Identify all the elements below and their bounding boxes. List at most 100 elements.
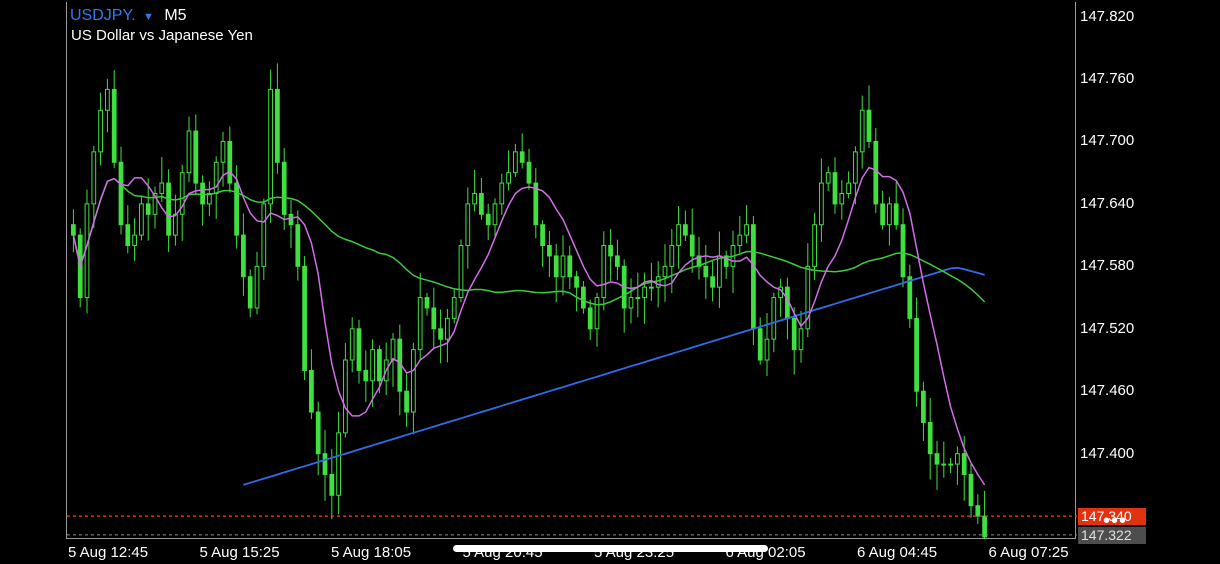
candle-body	[927, 421, 933, 455]
y-tick-label: 147.820	[1080, 7, 1135, 25]
candle-body	[213, 161, 219, 194]
candle-body	[581, 286, 586, 309]
candle-body	[574, 276, 579, 288]
y-tick-label: 147.760	[1080, 70, 1135, 87]
candle-body	[961, 453, 967, 475]
candle-body	[608, 245, 613, 257]
candle-body	[445, 317, 450, 340]
candle-body	[275, 88, 280, 163]
candle-body	[519, 151, 525, 163]
price-chart[interactable]	[67, 2, 1077, 539]
chart-plot-area[interactable]	[66, 2, 1077, 539]
candle-body	[615, 255, 620, 267]
candle-body	[200, 182, 205, 205]
candle-body	[186, 130, 192, 174]
candle-body	[560, 255, 566, 278]
candle-body	[662, 265, 668, 278]
candle-body	[907, 276, 913, 319]
candle-body	[145, 203, 151, 215]
candle-body	[819, 182, 824, 226]
candle-body	[553, 255, 559, 278]
candle-body	[975, 505, 981, 517]
candle-body	[71, 224, 76, 236]
candle-body	[485, 213, 491, 226]
candle-body	[506, 172, 511, 184]
candle-body	[948, 463, 953, 466]
more-options-icon[interactable]: •••	[1103, 510, 1127, 533]
candle-body	[166, 182, 171, 236]
candle-body	[472, 192, 477, 205]
candle-body	[336, 432, 341, 496]
candle-body	[451, 297, 457, 319]
y-tick-label: 147.520	[1080, 319, 1135, 337]
x-tick-label: 6 Aug 07:25	[988, 544, 1069, 561]
symbol-label[interactable]: USDJPY.	[70, 7, 136, 24]
candle-body	[934, 453, 940, 465]
y-tick-label: 147.700	[1080, 132, 1135, 150]
candle-body	[635, 297, 641, 300]
candle-body	[859, 109, 865, 153]
x-tick-label: 5 Aug 12:45	[68, 544, 149, 561]
candle-body	[261, 203, 267, 267]
x-tick-label: 5 Aug 15:25	[199, 544, 280, 561]
candle-body	[880, 203, 885, 226]
candle-body	[132, 234, 137, 247]
candle-body	[798, 328, 804, 351]
candle-body	[982, 515, 987, 538]
candle-body	[866, 109, 872, 142]
triangle-down-icon[interactable]: ▼	[143, 11, 154, 23]
candle-body	[125, 224, 131, 247]
candle-body	[914, 317, 919, 392]
candle-body	[703, 265, 709, 278]
candle-body	[431, 307, 437, 330]
candle-body	[390, 338, 396, 361]
y-tick-label: 147.400	[1080, 444, 1135, 462]
candle-body	[241, 234, 246, 278]
candle-body	[547, 245, 552, 257]
candle-body	[825, 172, 831, 184]
candle-body	[676, 224, 681, 247]
candle-body	[363, 369, 369, 382]
candle-body	[594, 297, 600, 330]
candle-body	[281, 161, 287, 215]
candle-body	[227, 140, 233, 184]
chart-header[interactable]: USDJPY. ▼ M5	[70, 6, 187, 27]
candle-body	[247, 276, 253, 309]
candle-body	[499, 182, 505, 205]
candle-body	[111, 88, 117, 163]
candle-body	[173, 213, 178, 236]
candle-body	[370, 349, 375, 382]
candle-body	[900, 224, 906, 278]
candle-body	[105, 88, 110, 111]
x-tick-label: 5 Aug 18:05	[331, 544, 412, 561]
candle-body	[356, 328, 362, 371]
x-tick-label: 6 Aug 04:45	[857, 544, 938, 561]
y-tick-label: 147.640	[1080, 194, 1135, 212]
candle-body	[492, 203, 498, 226]
candle-body	[839, 192, 845, 205]
candle-body	[159, 182, 165, 194]
candle-body	[683, 224, 688, 236]
ma-fast-line	[72, 166, 986, 486]
candle-body	[751, 224, 756, 330]
candle-body	[268, 88, 273, 205]
candle-body	[791, 317, 797, 351]
home-indicator[interactable]	[453, 545, 768, 552]
candle-body	[377, 349, 382, 382]
candle-body	[628, 297, 634, 309]
candle-body	[526, 161, 532, 184]
candle-body	[315, 411, 321, 455]
timeframe-label[interactable]: M5	[164, 7, 186, 24]
candle-body	[921, 390, 926, 423]
candle-body	[744, 224, 749, 236]
candle-body	[764, 338, 770, 361]
candles-group	[71, 63, 987, 539]
candle-body	[941, 463, 947, 466]
candle-body	[669, 245, 675, 267]
candle-body	[343, 359, 348, 434]
candle-body	[295, 224, 301, 267]
candle-body	[710, 276, 715, 288]
candle-body	[642, 286, 647, 299]
candle-body	[853, 151, 858, 184]
candle-body	[955, 453, 960, 465]
